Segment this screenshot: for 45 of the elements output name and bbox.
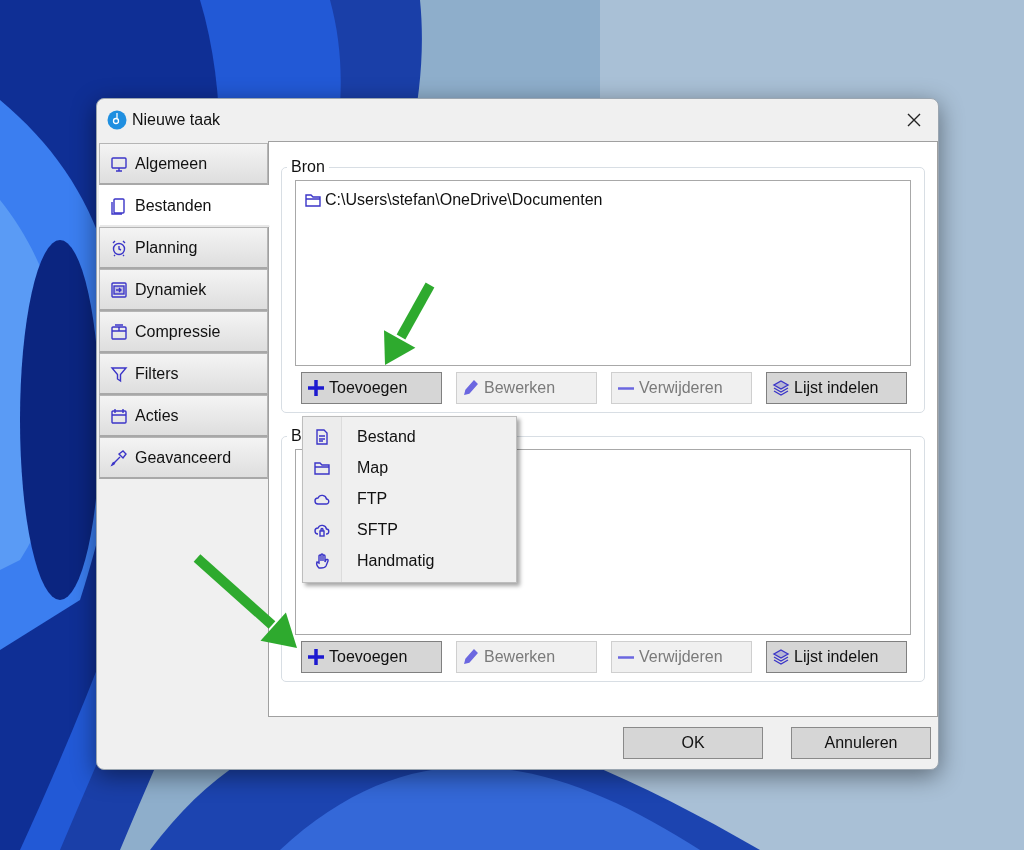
tab[interactable]: Compressie [99, 311, 268, 353]
folder-icon [304, 191, 322, 209]
plus-icon [307, 379, 325, 397]
toolbar-button[interactable]: Toevoegen [301, 372, 442, 404]
disc-icon [107, 110, 127, 130]
wrench-icon [110, 448, 128, 467]
close-icon [906, 112, 922, 128]
menu-item[interactable]: SFTP [303, 514, 516, 545]
document-icon [110, 196, 128, 215]
pencil-icon [462, 648, 480, 666]
minus-icon [617, 386, 635, 390]
tab[interactable]: Bestanden [99, 185, 270, 227]
tab[interactable]: Acties [99, 395, 268, 437]
tab[interactable]: Planning [99, 227, 268, 269]
box-icon [110, 322, 128, 341]
calendar-icon [110, 406, 128, 425]
dialog-button[interactable]: Annuleren [791, 727, 931, 759]
hand-icon [313, 551, 331, 570]
filter-icon [110, 364, 128, 383]
dialog-button[interactable]: OK [623, 727, 763, 759]
tab[interactable]: Dynamiek [99, 269, 268, 311]
toolbar-button[interactable]: Lijst indelen [766, 372, 907, 404]
group-label: Bron [290, 158, 326, 176]
toolbar-button[interactable]: Lijst indelen [766, 641, 907, 673]
monitor-icon [110, 154, 128, 173]
tab[interactable]: Algemeen [99, 143, 268, 185]
tab[interactable]: Filters [99, 353, 268, 395]
menu-item[interactable]: Bestand [303, 421, 516, 452]
document-icon [313, 427, 331, 446]
plus-icon [307, 648, 325, 666]
list-item[interactable]: C:\Users\stefan\OneDrive\Documenten [304, 191, 603, 209]
window-title: Nieuwe taak [132, 111, 222, 129]
minus-icon [617, 655, 635, 659]
list-box[interactable]: C:\Users\stefan\OneDrive\Documenten [295, 180, 911, 366]
menu-item[interactable]: FTP [303, 483, 516, 514]
menu-item[interactable]: Map [303, 452, 516, 483]
tab[interactable]: Geavanceerd [99, 437, 268, 479]
dynamic-icon [110, 280, 128, 299]
pencil-icon [462, 379, 480, 397]
alarm-clock-icon [110, 238, 128, 257]
group-label: B [290, 427, 303, 445]
layers-icon [772, 648, 790, 666]
layers-icon [772, 379, 790, 397]
menu-item[interactable]: Handmatig [303, 545, 516, 576]
toolbar-button[interactable]: Toevoegen [301, 641, 442, 673]
